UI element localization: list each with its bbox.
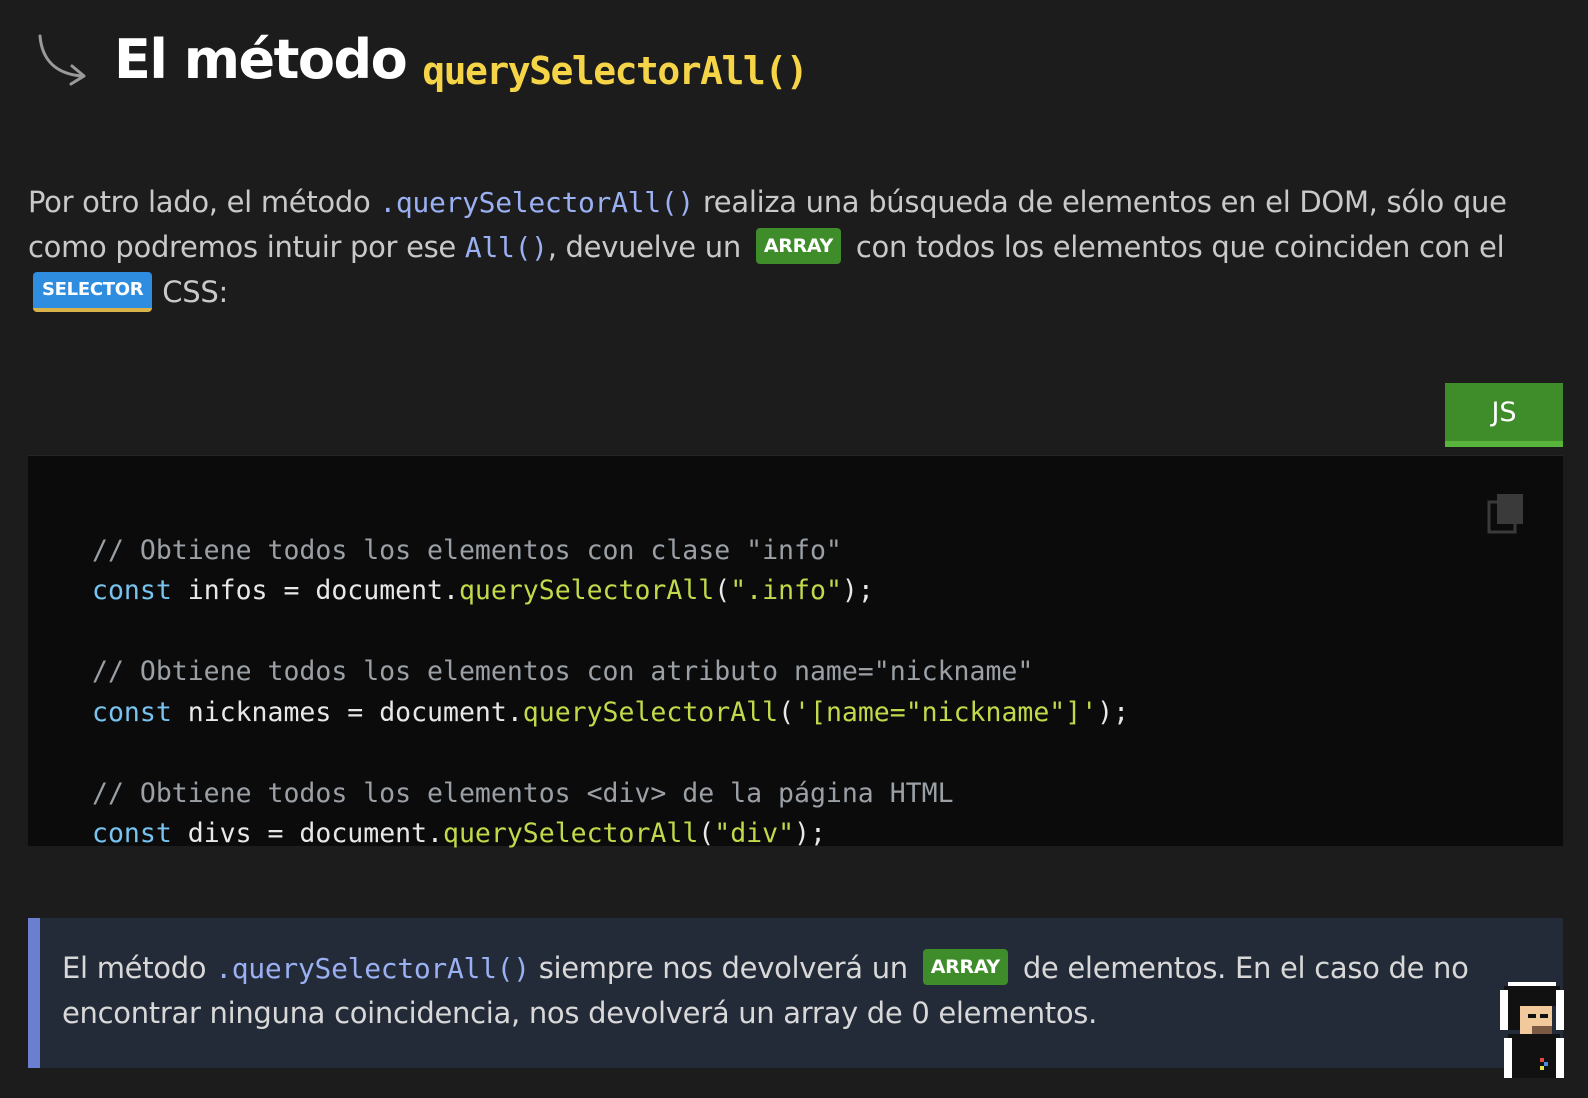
code-close: ); (794, 818, 826, 849)
curved-arrow-icon (38, 34, 86, 85)
code-text: infos = document. (171, 575, 459, 606)
code-line: // Obtiene todos los elementos con atrib… (92, 652, 1129, 693)
para-text-4: con todos los elementos que coinciden co… (846, 230, 1505, 264)
code-string: ".info" (730, 575, 842, 606)
code-paren: ( (698, 818, 715, 849)
para-text-3: , devuelve un (547, 230, 750, 264)
code-function: querySelectorAll (458, 575, 715, 606)
note-text: El método .querySelectorAll() siempre no… (62, 946, 1502, 1036)
note-text-2: siempre nos devolverá un (529, 951, 917, 985)
array-badge[interactable]: ARRAY (755, 228, 841, 264)
note-text-1: El método (62, 951, 216, 985)
intro-paragraph: Por otro lado, el método .querySelectorA… (28, 180, 1548, 315)
code-function: querySelectorAll (443, 818, 699, 849)
code-paren: ( (714, 575, 731, 606)
code-block: // Obtiene todos los elementos con clase… (28, 455, 1563, 849)
code-keyword: const (92, 818, 172, 849)
code-function: querySelectorAll (522, 696, 779, 728)
inline-code-all: All() (464, 231, 548, 264)
code-text: divs = document. (171, 818, 444, 849)
inline-code-queryselectorall: .querySelectorAll() (379, 186, 694, 219)
code-line: const nicknames = document.querySelector… (92, 693, 1129, 734)
code-close: ); (841, 575, 874, 606)
code-string: '[name="nickname"]' (794, 696, 1098, 728)
inline-code-queryselectorall: .querySelectorAll() (215, 952, 530, 985)
code-text: nicknames = document. (171, 696, 523, 728)
pixel-avatar[interactable] (1496, 982, 1568, 1078)
page-title: El método querySelectorAll() (114, 28, 809, 93)
section-heading: El método querySelectorAll() (34, 28, 809, 93)
code-line: const infos = document.querySelectorAll(… (92, 571, 1129, 612)
code-close: ); (1097, 696, 1130, 728)
para-text-5: CSS: (162, 275, 228, 309)
code-keyword: const (92, 575, 172, 606)
title-text: El método (114, 28, 408, 91)
code-string: "div" (714, 818, 795, 849)
code-paren: ( (778, 696, 795, 728)
language-tab[interactable]: JS (1445, 383, 1563, 447)
code-line: // Obtiene todos los elementos con clase… (92, 531, 1129, 572)
info-note: El método .querySelectorAll() siempre no… (28, 918, 1563, 1068)
code-comment: // Obtiene todos los elementos con clase… (92, 534, 842, 566)
code-comment: // Obtiene todos los elementos <div> de … (92, 777, 954, 809)
array-badge[interactable]: ARRAY (922, 949, 1008, 985)
code-keyword: const (92, 696, 172, 728)
code-line: const divs = document.querySelectorAll("… (92, 814, 1129, 855)
page: El método querySelectorAll() Por otro lad… (0, 0, 1588, 1098)
code-comment: // Obtiene todos los elementos con atrib… (92, 656, 1034, 687)
code-line: // Obtiene todos los elementos <div> de … (92, 774, 1129, 815)
selector-badge[interactable]: SELECTOR (33, 272, 153, 312)
title-code: querySelectorAll() (422, 49, 808, 93)
code-content: // Obtiene todos los elementos con clase… (92, 490, 1129, 936)
para-text-1: Por otro lado, el método (28, 185, 380, 219)
copy-icon[interactable] (1487, 492, 1527, 536)
